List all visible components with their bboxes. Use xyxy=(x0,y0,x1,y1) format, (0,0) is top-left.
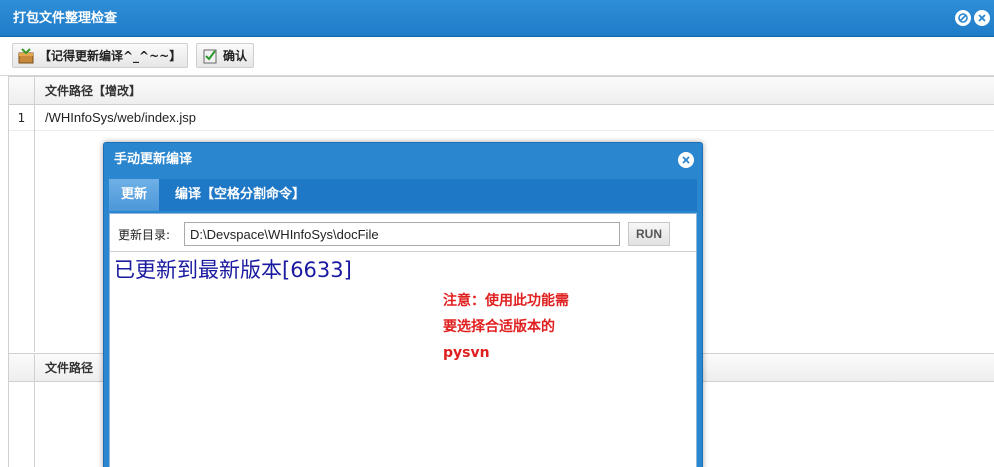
remember-compile-button[interactable]: 【记得更新编译^_^~~】 xyxy=(12,43,189,68)
window-titlebar: 打包文件整理检查 xyxy=(0,0,994,37)
pysvn-note: 注意：使用此功能需 要选择合适版本的 pysvn xyxy=(443,288,603,366)
update-output: 已更新到最新版本[6633] xyxy=(114,258,352,282)
dialog-tabs: 更新 编译【空格分割命令】 xyxy=(109,179,697,211)
update-panel: 更新目录: RUN 已更新到最新版本[6633] 注意：使用此功能需 要选择合适… xyxy=(109,213,697,467)
run-button[interactable]: RUN xyxy=(628,222,670,246)
tab-update[interactable]: 更新 xyxy=(109,179,160,211)
manual-update-dialog: 手动更新编译 更新 编译【空格分割命令】 更新目录: RUN 已更新到最新版本[… xyxy=(103,142,703,467)
column-header-path-changed[interactable]: 文件路径【增改】 xyxy=(34,77,141,105)
close-icon[interactable] xyxy=(974,10,990,26)
column-divider xyxy=(34,382,35,467)
window-title: 打包文件整理检查 xyxy=(13,11,118,26)
update-dir-input[interactable] xyxy=(184,222,620,246)
package-icon xyxy=(17,47,35,65)
update-dir-label: 更新目录: xyxy=(118,228,171,242)
note-line: 注意：使用此功能需 xyxy=(443,293,569,309)
checklist-icon xyxy=(201,47,219,65)
column-divider xyxy=(34,131,35,352)
window-controls xyxy=(955,10,990,26)
dialog-title: 手动更新编译 xyxy=(114,152,193,167)
table-row[interactable]: 1 /WHInfoSys/web/index.jsp xyxy=(9,105,994,131)
column-header-path[interactable]: 文件路径 xyxy=(34,354,93,382)
grid-header-changed: 文件路径【增改】 xyxy=(9,76,994,105)
file-path-cell[interactable]: /WHInfoSys/web/index.jsp xyxy=(34,105,196,131)
dialog-close-icon[interactable] xyxy=(678,152,694,168)
minimize-icon[interactable] xyxy=(955,10,971,26)
note-line: 要选择合适版本的 xyxy=(443,319,555,335)
remember-compile-label: 【记得更新编译^_^~~】 xyxy=(39,49,182,63)
update-dir-row: 更新目录: RUN xyxy=(110,214,696,252)
confirm-button[interactable]: 确认 xyxy=(196,43,255,68)
tab-compile[interactable]: 编译【空格分割命令】 xyxy=(163,179,317,211)
note-line: pysvn xyxy=(443,345,490,361)
toolbar: 【记得更新编译^_^~~】 确认 xyxy=(0,37,994,76)
row-number: 1 xyxy=(17,111,26,125)
confirm-label: 确认 xyxy=(223,49,248,63)
